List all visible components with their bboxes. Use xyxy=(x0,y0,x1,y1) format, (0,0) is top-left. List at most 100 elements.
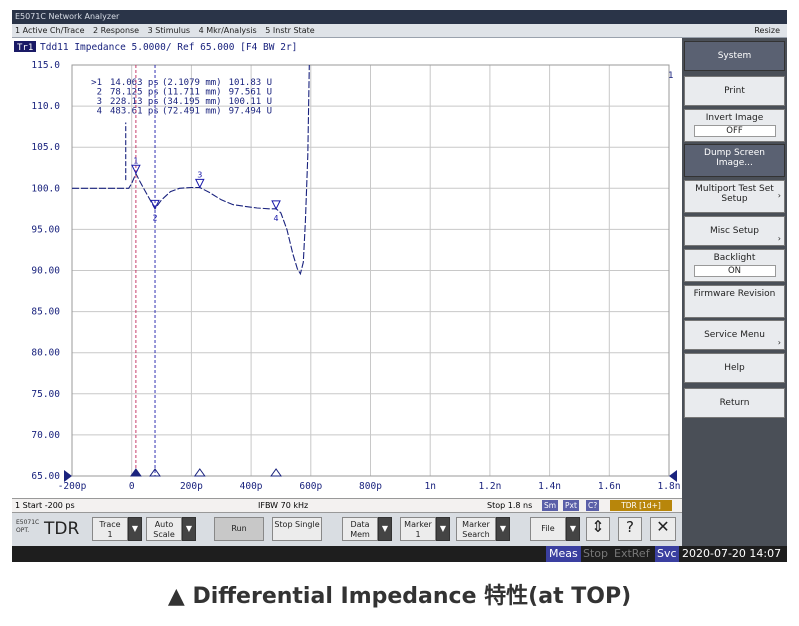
marker-row-value: 100.11 U xyxy=(229,97,272,107)
marker-number-label: 1 xyxy=(133,156,138,165)
marker-row-dist: (72.491 mm) xyxy=(162,107,222,117)
menu-response[interactable]: 2 Response xyxy=(93,24,139,38)
ifbw-label: IFBW 70 kHz xyxy=(258,501,309,510)
marker-row-id: >1 xyxy=(91,78,102,88)
menu-bar: 1 Active Ch/Trace 2 Response 3 Stimulus … xyxy=(12,24,787,38)
figure-caption: ▲ Differential Impedance 特性(at TOP) xyxy=(167,584,632,609)
right-marker-label: 1 xyxy=(668,71,673,81)
trace-dropdown[interactable]: ▼ xyxy=(128,517,142,541)
marker-row-id: 2 xyxy=(97,88,102,98)
marker-row-time: 228.13 ps xyxy=(110,97,159,107)
marker-number-label: 3 xyxy=(197,170,202,179)
softkey-return[interactable]: Return xyxy=(684,388,785,418)
menu-mkr-analysis[interactable]: 4 Mkr/Analysis xyxy=(199,24,257,38)
menu-active-ch-trace[interactable]: 1 Active Ch/Trace xyxy=(15,24,85,38)
marker-row-time: 78.125 ps xyxy=(110,88,159,98)
y-tick-label: 100.0 xyxy=(31,183,60,194)
x-tick-label: 600p xyxy=(299,481,322,492)
data-mem-dropdown[interactable]: ▼ xyxy=(378,517,392,541)
auto-scale-button[interactable]: Auto Scale xyxy=(146,517,182,541)
marker-button-label: Marker xyxy=(404,520,432,529)
marker-number-label: 4 xyxy=(274,214,279,223)
marker-row-time: 14.063 ps xyxy=(110,78,159,88)
brand-opt: OPT. xyxy=(16,527,30,534)
auto-scale-dropdown[interactable]: ▼ xyxy=(182,517,196,541)
marker-dropdown[interactable]: ▼ xyxy=(436,517,450,541)
softkey-system[interactable]: System xyxy=(684,41,785,71)
marker-search-button[interactable]: Marker Search xyxy=(456,517,496,541)
resize-button[interactable]: Resize xyxy=(754,24,780,38)
softkey-help[interactable]: Help xyxy=(684,353,785,383)
menu-stimulus[interactable]: 3 Stimulus xyxy=(148,24,190,38)
start-label: 1 Start -200 ps xyxy=(15,501,75,510)
close-icon[interactable]: ✕ xyxy=(650,517,676,541)
status-tag-c: C? xyxy=(586,500,600,511)
window-title: E5071C Network Analyzer xyxy=(12,10,787,24)
trace-tag[interactable]: Tr1 xyxy=(17,43,33,53)
y-tick-label: 65.00 xyxy=(31,471,60,482)
datetime: 2020-07-20 14:07 xyxy=(682,547,782,560)
y-tick-label: 105.0 xyxy=(31,142,60,153)
marker-row-value: 97.494 U xyxy=(229,107,272,117)
softkey-multiport-test-set[interactable]: Multiport Test Set Setup › xyxy=(684,180,785,213)
stop-indicator: Stop xyxy=(583,547,609,560)
softkey-invert-image-label: Invert Image xyxy=(705,113,764,123)
data-mem-button[interactable]: Data Mem xyxy=(342,517,378,541)
status-tag-pxt: Pxt xyxy=(563,500,579,511)
extref-indicator: ExtRef xyxy=(614,547,650,560)
softkey-invert-image[interactable]: Invert Image OFF xyxy=(684,109,785,142)
help-icon[interactable]: ? xyxy=(618,517,642,541)
brand-block: E5071C OPT. xyxy=(16,519,44,535)
x-tick-label: 400p xyxy=(240,481,263,492)
x-tick-label: 1n xyxy=(424,481,435,492)
softkey-multiport-label: Multiport Test Set Setup xyxy=(695,184,774,204)
menu-instr-state[interactable]: 5 Instr State xyxy=(265,24,314,38)
scroll-updown-icon[interactable]: ⇕ xyxy=(586,517,610,541)
softkey-misc-setup[interactable]: Misc Setup › xyxy=(684,216,785,246)
softkey-misc-setup-label: Misc Setup xyxy=(710,226,759,236)
impedance-plot: 115.0 110.0 105.0 100.0 95.00 90.00 85.00 80.00… xyxy=(12,38,682,498)
softkey-panel: System Print Invert Image OFF Dump Scree… xyxy=(682,38,787,546)
file-dropdown[interactable]: ▼ xyxy=(566,517,580,541)
marker-row-id: 3 xyxy=(97,97,102,107)
status-tag-tdr: TDR [1d+] xyxy=(610,500,672,511)
stop-single-button[interactable]: Stop Single xyxy=(272,517,322,541)
marker-button[interactable]: Marker 1 xyxy=(400,517,436,541)
x-tick-label: 1.6n xyxy=(598,481,621,492)
softkey-backlight-value: ON xyxy=(693,265,776,277)
marker-row-dist: (11.711 mm) xyxy=(162,88,222,98)
softkey-dump-screen-image[interactable]: Dump Screen Image... xyxy=(684,144,785,177)
softkey-backlight-label: Backlight xyxy=(713,253,756,263)
x-tick-label: 1.2n xyxy=(478,481,501,492)
marker-row-value: 101.83 U xyxy=(229,78,272,88)
marker-row-dist: (34.195 mm) xyxy=(162,97,222,107)
trace-button[interactable]: Trace 1 xyxy=(92,517,128,541)
softkey-firmware-revision[interactable]: Firmware Revision xyxy=(684,285,785,318)
svc-indicator: Svc xyxy=(655,546,679,562)
file-button[interactable]: File xyxy=(530,517,566,541)
softkey-print[interactable]: Print xyxy=(684,76,785,106)
y-tick-label: 75.00 xyxy=(31,389,60,400)
bottom-status-bar: Meas Stop ExtRef Svc 2020-07-20 14:07 xyxy=(12,546,787,562)
trace-button-label: Trace xyxy=(99,520,121,529)
marker-row-value: 97.561 U xyxy=(229,88,272,98)
trace-header-text: Tdd11 Impedance 5.0000/ Ref 65.000 [F4 B… xyxy=(40,42,297,53)
brand-mode: TDR xyxy=(44,519,80,539)
marker-search-dropdown[interactable]: ▼ xyxy=(496,517,510,541)
softkey-backlight[interactable]: Backlight ON xyxy=(684,249,785,282)
stop-label: Stop 1.8 ns xyxy=(487,501,533,510)
y-tick-label: 85.00 xyxy=(31,307,60,318)
y-tick-label: 90.00 xyxy=(31,266,60,277)
marker-row-time: 483.61 ps xyxy=(110,107,159,117)
x-tick-label: 1.8n xyxy=(658,481,681,492)
y-tick-label: 115.0 xyxy=(31,60,60,71)
chevron-right-icon: › xyxy=(777,190,781,200)
x-tick-label: 1.4n xyxy=(538,481,561,492)
softkey-invert-image-value: OFF xyxy=(693,125,776,137)
marker-button-value: 1 xyxy=(415,530,421,539)
run-button[interactable]: Run xyxy=(214,517,264,541)
status-line: 1 Start -200 ps IFBW 70 kHz Stop 1.8 ns … xyxy=(12,498,682,512)
trace-button-value: 1 xyxy=(107,530,113,539)
softkey-service-menu[interactable]: Service Menu › xyxy=(684,320,785,350)
tdr-control-bar: E5071C OPT. TDR Trace 1 ▼ Auto Scale ▼ R… xyxy=(12,512,682,546)
